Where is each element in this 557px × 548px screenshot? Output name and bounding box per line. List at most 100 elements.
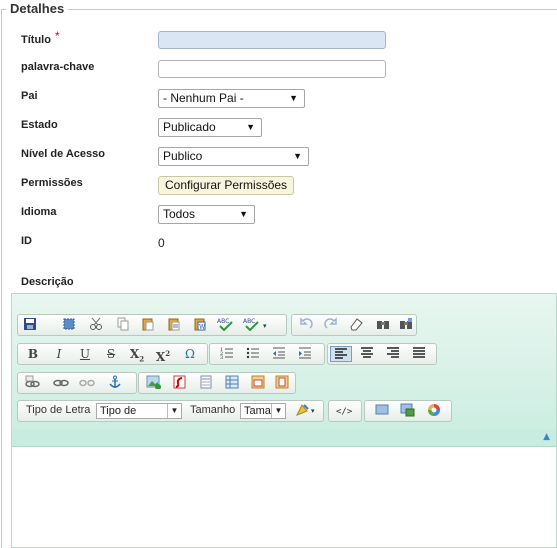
language-select[interactable]: Todos ▼	[158, 205, 255, 224]
rich-text-editor: W ABC ABC ▾ B I U S X2 X2 Ω 123 Tipo de …	[11, 293, 557, 548]
parent-label: Pai	[21, 90, 38, 102]
bold-button[interactable]: B	[24, 346, 42, 362]
redo-icon[interactable]	[322, 317, 340, 333]
color-wheel-icon[interactable]	[425, 403, 443, 419]
anchor-icon[interactable]	[106, 375, 124, 391]
font-size-label: Tamanho	[190, 404, 236, 416]
chevron-down-icon: ▼	[289, 93, 298, 103]
editor-content-area[interactable]	[12, 447, 556, 547]
superscript-x: X	[155, 350, 166, 364]
id-value: 0	[158, 236, 165, 250]
select-all-icon[interactable]	[60, 317, 78, 333]
paste-text-icon[interactable]	[165, 317, 183, 333]
superscript-button[interactable]: X2	[154, 346, 172, 364]
toolbar-group-edit	[291, 314, 417, 336]
title-label: Título *	[21, 29, 60, 46]
subscript-x: X	[129, 347, 140, 361]
toolbar-group-file: W ABC ABC ▾	[17, 314, 287, 336]
font-size-select[interactable]: Tama ▼	[240, 403, 286, 419]
svg-text:▾: ▾	[263, 322, 267, 330]
font-family-select[interactable]: Tipo de ▼	[96, 403, 182, 419]
underline-button[interactable]: U	[76, 346, 94, 362]
keyword-label: palavra-chave	[21, 61, 95, 73]
toolbar-group-links	[17, 372, 137, 394]
replace-icon[interactable]	[397, 317, 415, 333]
toolbar-group-view	[364, 400, 452, 422]
text-color-icon[interactable]: ▾	[294, 403, 320, 419]
break-link-icon[interactable]	[78, 375, 96, 391]
page-break-icon[interactable]	[273, 375, 291, 391]
cut-icon[interactable]	[87, 317, 105, 333]
access-level-select[interactable]: Publico ▼	[158, 147, 309, 166]
fieldset-legend: Detalhes	[6, 1, 69, 16]
svg-text:ABC: ABC	[243, 318, 255, 325]
access-level-select-value: Publico	[163, 149, 203, 163]
paste-icon[interactable]	[139, 317, 157, 333]
state-select-value: Publicado	[163, 120, 216, 134]
chevron-down-icon: ▼	[167, 404, 181, 418]
outdent-icon[interactable]	[270, 346, 288, 362]
strikethrough-button[interactable]: S	[102, 346, 120, 362]
align-right-icon[interactable]	[384, 346, 402, 362]
toolbar-group-align	[327, 343, 437, 365]
collapse-toolbar-icon[interactable]: ▲	[543, 432, 550, 442]
preview-icon[interactable]	[373, 403, 391, 419]
find-icon[interactable]	[374, 317, 392, 333]
chevron-down-icon: ▼	[293, 151, 302, 161]
permissions-label: Permissões	[21, 177, 83, 189]
editor-toolbar: W ABC ABC ▾ B I U S X2 X2 Ω 123 Tipo de …	[12, 294, 556, 429]
spellcheck-icon[interactable]: ABC	[217, 317, 235, 333]
numbered-list-icon[interactable]: 123	[218, 346, 236, 362]
svg-text:▾: ▾	[311, 407, 315, 415]
spellcheck-as-you-type-icon[interactable]: ABC ▾	[242, 317, 272, 333]
html-source-icon[interactable]: </>	[335, 403, 357, 419]
flash-icon[interactable]	[171, 375, 189, 391]
grid-icon[interactable]	[223, 375, 241, 391]
parent-select-value: - Nenhum Pai -	[163, 91, 244, 105]
chevron-down-icon: ▼	[246, 122, 255, 132]
superscript-mark: 2	[165, 349, 171, 358]
access-level-label: Nível de Acesso	[21, 148, 105, 160]
keyword-input[interactable]	[158, 60, 386, 78]
align-justify-icon[interactable]	[410, 346, 428, 362]
state-select[interactable]: Publicado ▼	[158, 118, 262, 137]
align-center-icon[interactable]	[358, 346, 376, 362]
align-left-icon[interactable]	[330, 346, 352, 362]
subscript-mark: 2	[139, 354, 145, 364]
indent-icon[interactable]	[296, 346, 314, 362]
font-size-value: Tama	[244, 405, 271, 417]
fullscreen-icon[interactable]	[399, 403, 417, 419]
description-label: Descrição	[21, 276, 74, 288]
undo-icon[interactable]	[297, 317, 315, 333]
required-marker: *	[54, 29, 60, 43]
toolbar-group-fonts: Tipo de Letra Tipo de ▼ Tamanho Tama ▼ ▾	[17, 400, 324, 422]
special-char-omega-icon[interactable]: Ω	[181, 346, 199, 362]
subscript-button[interactable]: X2	[128, 346, 146, 364]
state-label: Estado	[21, 119, 58, 131]
template-icon[interactable]	[249, 375, 267, 391]
italic-button[interactable]: I	[50, 346, 68, 362]
language-select-value: Todos	[163, 207, 196, 221]
copy-icon[interactable]	[114, 317, 132, 333]
toolbar-group-lists: 123	[209, 343, 325, 365]
parent-select[interactable]: - Nenhum Pai - ▼	[158, 89, 305, 108]
svg-text:W: W	[199, 324, 206, 331]
title-input[interactable]	[158, 31, 386, 49]
font-family-value: Tipo de	[100, 405, 137, 417]
svg-text:</>: </>	[336, 407, 353, 417]
save-icon[interactable]	[21, 317, 39, 333]
unlink-icon[interactable]	[52, 375, 70, 391]
editor-statusbar: ▲	[12, 429, 556, 447]
table-icon[interactable]	[197, 375, 215, 391]
toolbar-group-insert	[138, 372, 296, 394]
eraser-icon[interactable]	[347, 317, 365, 333]
bullet-list-icon[interactable]	[244, 346, 262, 362]
link-icon[interactable]	[24, 375, 42, 391]
toolbar-group-html: </>	[328, 400, 362, 422]
image-icon[interactable]	[145, 375, 163, 391]
language-label: Idioma	[21, 206, 57, 218]
font-family-label: Tipo de Letra	[26, 404, 91, 416]
id-label: ID	[21, 235, 32, 247]
paste-word-icon[interactable]: W	[191, 317, 209, 333]
configure-permissions-button[interactable]: Configurar Permissões	[158, 176, 295, 195]
